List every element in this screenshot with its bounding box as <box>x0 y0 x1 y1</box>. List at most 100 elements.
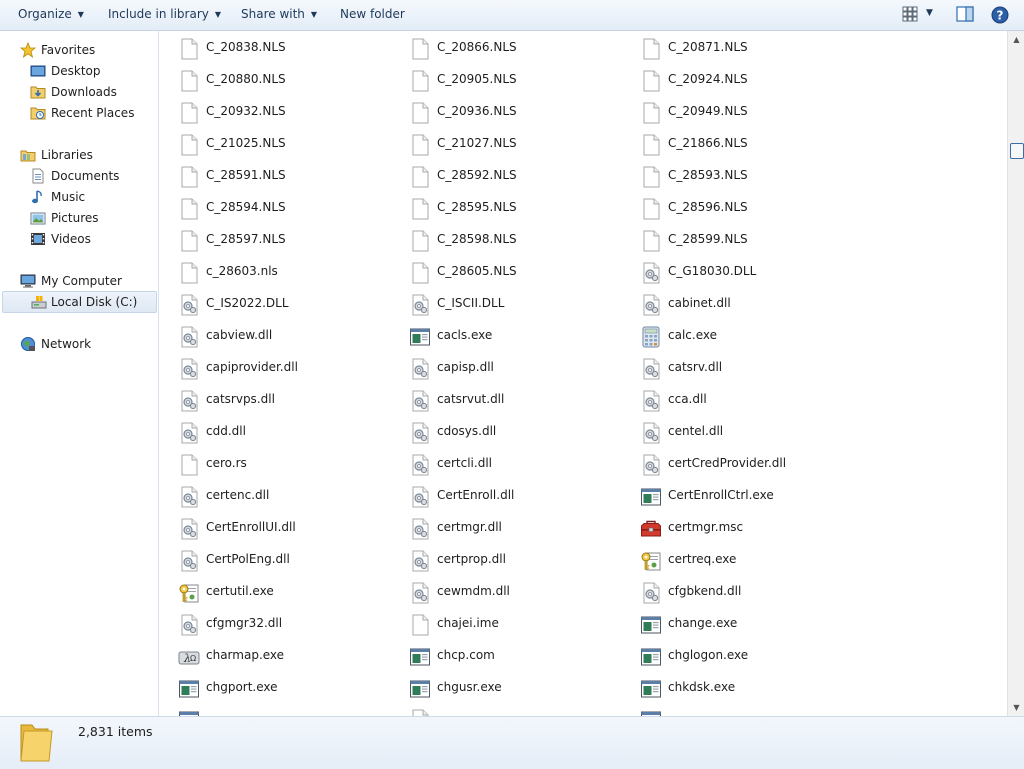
organize-button[interactable]: Organize ▼ <box>18 7 84 21</box>
file-item[interactable]: C_28605.NLS <box>409 260 629 284</box>
dll-file-icon <box>178 422 200 444</box>
file-item[interactable]: catsrv.dll <box>640 356 860 380</box>
preview-pane-button[interactable] <box>956 6 974 25</box>
file-item[interactable]: cfgmgr32.dll <box>178 612 398 636</box>
file-item[interactable]: chajei.ime <box>409 612 629 636</box>
file-item[interactable]: cewmdm.dll <box>409 580 629 604</box>
file-item[interactable]: capiprovider.dll <box>178 356 398 380</box>
change-view-button[interactable] <box>902 6 918 25</box>
blank-file-icon <box>178 38 200 60</box>
file-item[interactable]: C_28599.NLS <box>640 228 860 252</box>
chevron-down-icon: ▼ <box>77 10 84 19</box>
file-item[interactable]: certprop.dll <box>409 548 629 572</box>
blank-file-icon <box>640 198 662 220</box>
file-item[interactable]: certreq.exe <box>640 548 860 572</box>
file-name: certcli.dll <box>437 456 492 470</box>
file-item[interactable]: cdosys.dll <box>409 420 629 444</box>
nav-local-disk[interactable]: Local Disk (C:) <box>2 291 157 313</box>
file-item[interactable]: centel.dll <box>640 420 860 444</box>
file-item[interactable]: charmap.exe <box>178 644 398 668</box>
file-item[interactable]: cabinet.dll <box>640 292 860 316</box>
file-item[interactable]: catsrvut.dll <box>409 388 629 412</box>
include-in-library-button[interactable]: Include in library ▼ <box>108 7 221 21</box>
file-item[interactable]: certmgr.msc <box>640 516 860 540</box>
file-name: C_20936.NLS <box>437 104 517 118</box>
file-item[interactable]: C_28592.NLS <box>409 164 629 188</box>
scroll-up-arrow-icon[interactable]: ▲ <box>1008 32 1024 47</box>
file-item[interactable]: certmgr.dll <box>409 516 629 540</box>
file-name: cdosys.dll <box>437 424 497 438</box>
new-folder-button[interactable]: New folder <box>340 7 405 21</box>
view-options-dropdown[interactable]: ▼ <box>926 8 933 18</box>
file-item[interactable]: C_28594.NLS <box>178 196 398 220</box>
file-item[interactable]: CertPolEng.dll <box>178 548 398 572</box>
file-item[interactable]: CertEnrollUI.dll <box>178 516 398 540</box>
navigation-pane: Favorites Desktop Downloads Recent Place… <box>0 31 159 716</box>
file-item[interactable]: cfgbkend.dll <box>640 580 860 604</box>
file-item[interactable]: change.exe <box>640 612 860 636</box>
file-item[interactable]: C_20905.NLS <box>409 68 629 92</box>
file-item[interactable]: C_28591.NLS <box>178 164 398 188</box>
file-item[interactable]: C_20932.NLS <box>178 100 398 124</box>
file-item[interactable]: C_20871.NLS <box>640 36 860 60</box>
file-item[interactable]: chglogon.exe <box>640 644 860 668</box>
toolbox-icon <box>640 518 662 540</box>
scrollbar-thumb[interactable] <box>1010 143 1024 159</box>
file-item[interactable]: catsrvps.dll <box>178 388 398 412</box>
file-item[interactable]: C_20838.NLS <box>178 36 398 60</box>
nav-videos-label: Videos <box>51 232 91 246</box>
file-name: C_21027.NLS <box>437 136 517 150</box>
file-item[interactable]: C_20924.NLS <box>640 68 860 92</box>
certificate-keys-icon <box>178 582 200 604</box>
file-item[interactable]: C_28595.NLS <box>409 196 629 220</box>
file-item[interactable]: C_20949.NLS <box>640 100 860 124</box>
file-item[interactable]: chgport.exe <box>178 676 398 700</box>
file-item[interactable]: chkdsk.exe <box>640 676 860 700</box>
file-item[interactable]: certenc.dll <box>178 484 398 508</box>
file-item[interactable]: C_21027.NLS <box>409 132 629 156</box>
file-item[interactable]: C_28593.NLS <box>640 164 860 188</box>
file-item[interactable]: C_21025.NLS <box>178 132 398 156</box>
blank-file-icon <box>178 102 200 124</box>
file-item[interactable]: cabview.dll <box>178 324 398 348</box>
file-item[interactable]: certCredProvider.dll <box>640 452 860 476</box>
file-item[interactable]: certcli.dll <box>409 452 629 476</box>
file-item[interactable]: chcp.com <box>409 644 629 668</box>
file-item[interactable]: C_IS2022.DLL <box>178 292 398 316</box>
file-item[interactable]: CertEnrollCtrl.exe <box>640 484 860 508</box>
blank-file-icon <box>640 166 662 188</box>
share-with-button[interactable]: Share with ▼ <box>241 7 317 21</box>
file-item[interactable]: cero.rs <box>178 452 398 476</box>
file-item[interactable]: chgusr.exe <box>409 676 629 700</box>
file-item[interactable]: c_28603.nls <box>178 260 398 284</box>
file-item[interactable]: C_28597.NLS <box>178 228 398 252</box>
file-item[interactable]: capisp.dll <box>409 356 629 380</box>
file-item[interactable]: C_20866.NLS <box>409 36 629 60</box>
vertical-scrollbar[interactable]: ▲ ▼ <box>1007 31 1024 716</box>
file-item[interactable]: CertEnroll.dll <box>409 484 629 508</box>
file-item[interactable]: C_20880.NLS <box>178 68 398 92</box>
file-item[interactable]: C_28598.NLS <box>409 228 629 252</box>
file-name: C_20949.NLS <box>668 104 748 118</box>
file-item[interactable]: cca.dll <box>640 388 860 412</box>
file-item[interactable]: C_G18030.DLL <box>640 260 860 284</box>
file-name: C_28605.NLS <box>437 264 517 278</box>
file-item[interactable]: C_20936.NLS <box>409 100 629 124</box>
file-item[interactable]: cacls.exe <box>409 324 629 348</box>
file-item[interactable]: calc.exe <box>640 324 860 348</box>
dll-file-icon <box>640 454 662 476</box>
file-item[interactable]: cdd.dll <box>178 420 398 444</box>
file-item[interactable]: certutil.exe <box>178 580 398 604</box>
file-name: C_20932.NLS <box>206 104 286 118</box>
file-name: certenc.dll <box>206 488 270 502</box>
file-item[interactable]: C_ISCII.DLL <box>409 292 629 316</box>
file-name: cfgbkend.dll <box>668 584 742 598</box>
help-button[interactable]: ? <box>991 6 1009 27</box>
file-name: C_28594.NLS <box>206 200 286 214</box>
scroll-down-arrow-icon[interactable]: ▼ <box>1008 700 1024 715</box>
file-item[interactable]: C_28596.NLS <box>640 196 860 220</box>
dll-file-icon <box>409 294 431 316</box>
file-item[interactable]: C_21866.NLS <box>640 132 860 156</box>
dll-file-icon <box>409 550 431 572</box>
console-exe-icon <box>179 711 199 716</box>
